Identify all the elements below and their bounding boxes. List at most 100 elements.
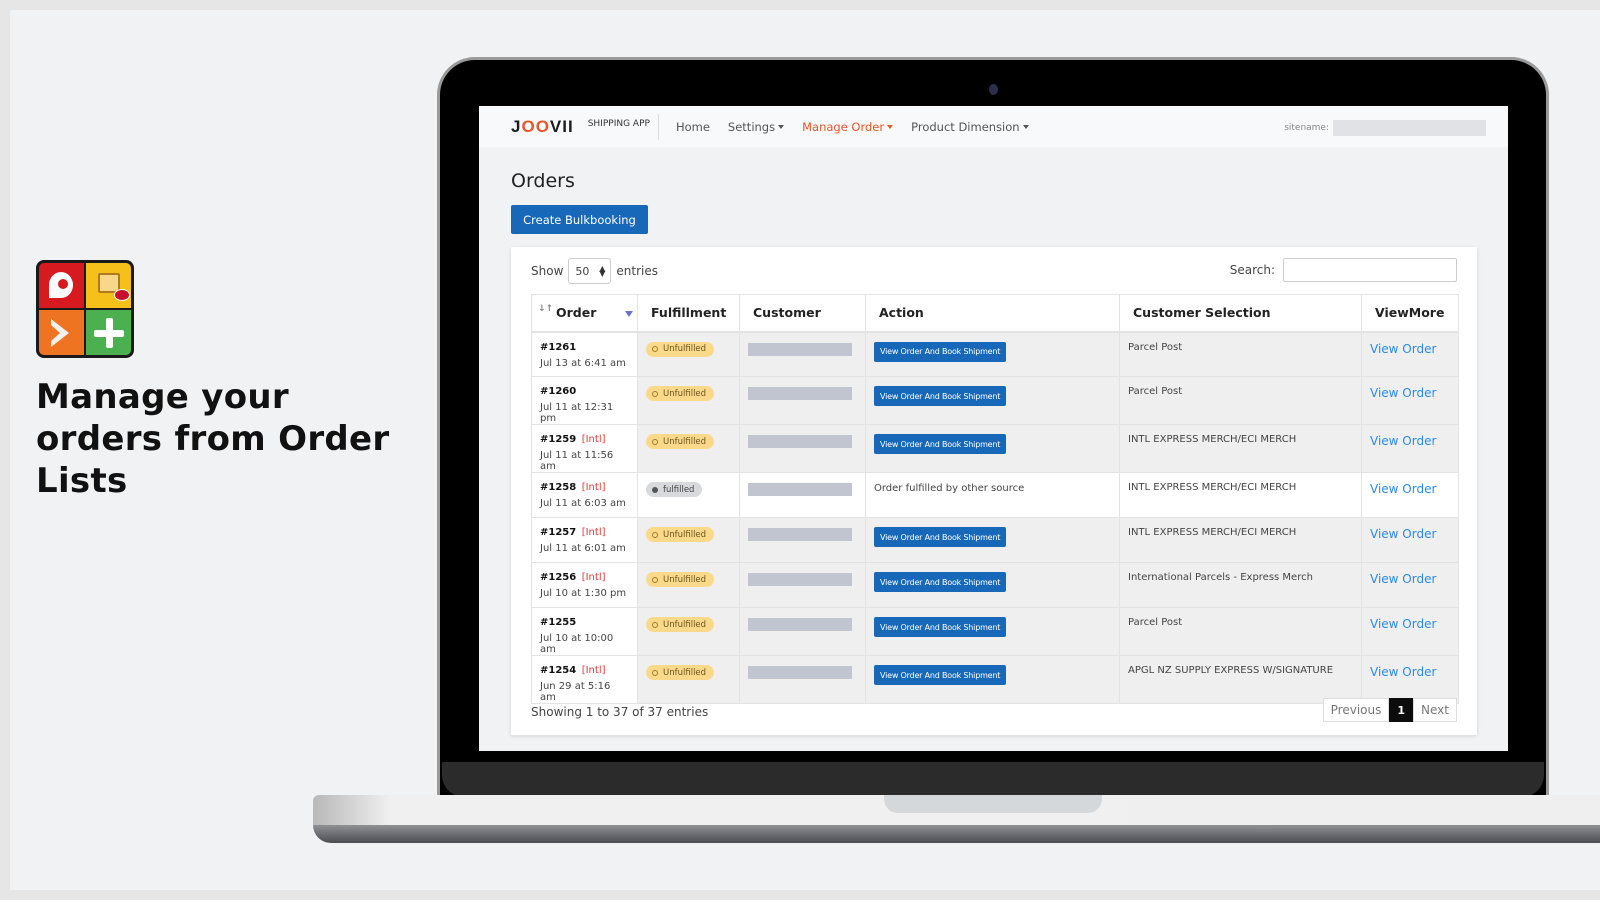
intl-tag: [Intl] [581,527,606,538]
order-number[interactable]: #1260 [540,386,629,397]
nav-home[interactable]: Home [676,120,710,134]
customer-selection-cell: International Parcels - Express Merch [1119,562,1362,608]
view-order-link[interactable]: View Order [1370,617,1436,631]
parcel-box-icon [86,263,131,308]
view-order-and-book-shipment-button[interactable]: View Order And Book Shipment [874,434,1007,454]
view-order-and-book-shipment-button[interactable]: View Order And Book Shipment [874,572,1007,592]
view-order-link[interactable]: View Order [1370,342,1436,356]
fulfillment-status-badge: Unfulfilled [646,617,715,632]
app-screen: JOOVII SHIPPING APP Home Settings Manage… [479,106,1508,751]
sort-desc-icon [625,311,633,317]
shipping-service: Parcel Post [1128,386,1183,397]
viewmore-cell: View Order [1361,376,1459,425]
view-order-link[interactable]: View Order [1370,482,1436,496]
table-row: #1254 [Intl] Jun 29 at 5:16 am Unfulfill… [531,655,1459,704]
view-order-and-book-shipment-button[interactable]: View Order And Book Shipment [874,341,1007,362]
view-order-and-book-shipment-button[interactable]: View Order And Book Shipment [874,527,1007,547]
fulfillment-status-badge: Unfulfilled [646,527,715,542]
laptop-bezel-bottom [442,762,1544,797]
laptop-notch [884,795,1102,813]
orders-table: ↓↑ Order Fulfillment Customer Action Cus… [531,294,1459,704]
app-logo-icon [36,260,134,358]
page-length-value: 50 [575,264,590,278]
nav-product-dimension[interactable]: Product Dimension [911,120,1029,134]
column-header-customer[interactable]: Customer [739,294,866,333]
action-status-text: Order fulfilled by other source [874,483,1025,494]
customer-cell [739,655,866,704]
status-dot-icon [652,438,658,445]
customer-name-redacted [748,618,852,631]
brand-logo[interactable]: JOOVII [511,117,574,137]
create-bulkbooking-button[interactable]: Create Bulkbooking [511,205,648,234]
action-cell: Order fulfilled by other source [865,472,1120,518]
view-order-and-book-shipment-button[interactable]: View Order And Book Shipment [874,386,1007,406]
nav-settings[interactable]: Settings [728,120,785,134]
view-order-link[interactable]: View Order [1370,434,1436,448]
sitename-label: sitename: [1284,123,1329,133]
status-dot-icon [652,621,658,628]
shipping-service: Parcel Post [1128,617,1183,628]
view-order-link[interactable]: View Order [1370,665,1436,679]
customer-selection-cell: INTL EXPRESS MERCH/ECI MERCH [1119,472,1362,518]
order-number[interactable]: #1258 [Intl] [540,482,629,493]
customer-cell [739,562,866,608]
fulfillment-cell: Unfulfilled [637,331,740,377]
column-header-viewmore[interactable]: ViewMore [1361,294,1459,333]
viewmore-cell: View Order [1361,331,1459,377]
previous-page-button[interactable]: Previous [1322,698,1390,722]
view-order-and-book-shipment-button[interactable]: View Order And Book Shipment [874,617,1007,637]
order-date: Jul 11 at 6:01 am [540,543,626,554]
column-header-order[interactable]: ↓↑ Order [531,294,638,333]
table-row: #1259 [Intl] Jul 11 at 11:56 am Unfulfil… [531,424,1459,473]
customer-cell [739,424,866,473]
customer-cell [739,517,866,563]
order-cell: #1257 [Intl] Jul 11 at 6:01 am [531,517,638,563]
customer-cell [739,607,866,656]
view-order-link[interactable]: View Order [1370,527,1436,541]
order-date: Jun 29 at 5:16 am [540,681,611,703]
table-row: #1257 [Intl] Jul 11 at 6:01 am Unfulfill… [531,517,1459,563]
order-cell: #1258 [Intl] Jul 11 at 6:03 am [531,472,638,518]
nav-divider [657,113,659,140]
action-cell: View Order And Book Shipment [865,562,1120,608]
view-order-link[interactable]: View Order [1370,572,1436,586]
page-length-select[interactable]: 50 ▲ ▼ [568,258,612,284]
view-order-link[interactable]: View Order [1370,386,1436,400]
column-header-fulfillment[interactable]: Fulfillment [637,294,740,333]
promo-headline: Manage your orders from Order Lists [36,377,390,501]
table-header-row: ↓↑ Order Fulfillment Customer Action Cus… [531,294,1459,333]
search-input[interactable] [1283,258,1457,282]
order-number[interactable]: #1261 [540,342,629,353]
order-number[interactable]: #1257 [Intl] [540,527,629,538]
order-number[interactable]: #1259 [Intl] [540,434,629,445]
viewmore-cell: View Order [1361,607,1459,656]
brand-subtitle: SHIPPING APP [587,118,650,129]
page-length-control: Show 50 ▲ ▼ entries [531,258,658,284]
view-order-and-book-shipment-button[interactable]: View Order And Book Shipment [874,665,1007,685]
column-header-action[interactable]: Action [865,294,1120,333]
promo-canvas: Manage your orders from Order Lists JOOV… [10,10,1600,890]
order-number[interactable]: #1255 [540,617,629,628]
top-navbar: JOOVII SHIPPING APP Home Settings Manage… [479,106,1508,147]
orders-card: Show 50 ▲ ▼ entries Search: ↓↑ Order Ful… [511,247,1477,735]
shipping-service: INTL EXPRESS MERCH/ECI MERCH [1128,527,1297,538]
order-date: Jul 13 at 6:41 am [540,357,626,369]
sitename-value-redacted [1333,120,1486,136]
table-info: Showing 1 to 37 of 37 entries [531,705,709,719]
fulfillment-status-badge: Unfulfilled [646,434,715,449]
fulfillment-cell: fulfilled [637,472,740,518]
next-page-button[interactable]: Next [1413,698,1457,722]
intl-tag: [Intl] [581,482,606,493]
customer-name-redacted [748,483,852,496]
order-cell: #1256 [Intl] Jul 10 at 1:30 pm [531,562,638,608]
page-1-button[interactable]: 1 [1389,698,1414,722]
order-number[interactable]: #1254 [Intl] [540,665,629,676]
action-cell: View Order And Book Shipment [865,655,1120,704]
status-dot-icon [652,576,658,583]
nav-manage-order[interactable]: Manage Order [802,120,894,134]
fulfillment-status-badge: Unfulfilled [646,572,715,587]
order-number[interactable]: #1256 [Intl] [540,572,629,583]
column-header-customer-selection[interactable]: Customer Selection [1119,294,1362,333]
action-cell: View Order And Book Shipment [865,517,1120,563]
order-cell: #1259 [Intl] Jul 11 at 11:56 am [531,424,638,473]
